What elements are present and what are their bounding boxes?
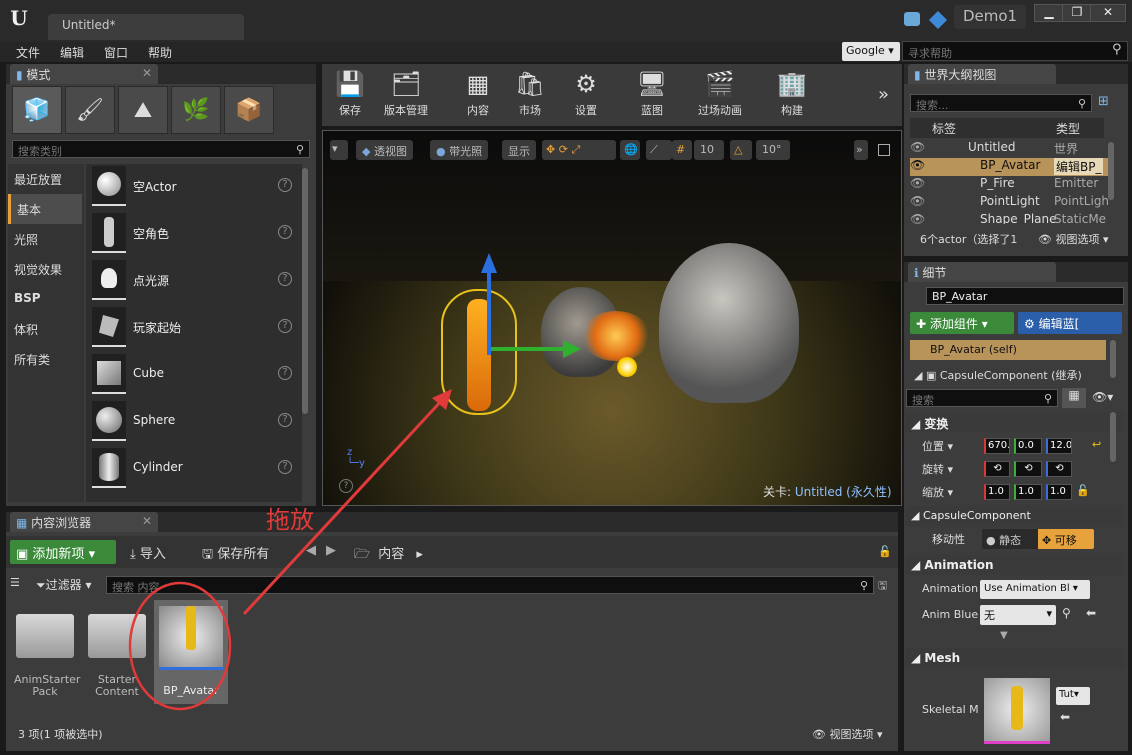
annotation-label: 拖放 xyxy=(266,506,314,534)
drag-drop-annotation xyxy=(128,389,452,711)
annotation-circle xyxy=(128,581,232,711)
